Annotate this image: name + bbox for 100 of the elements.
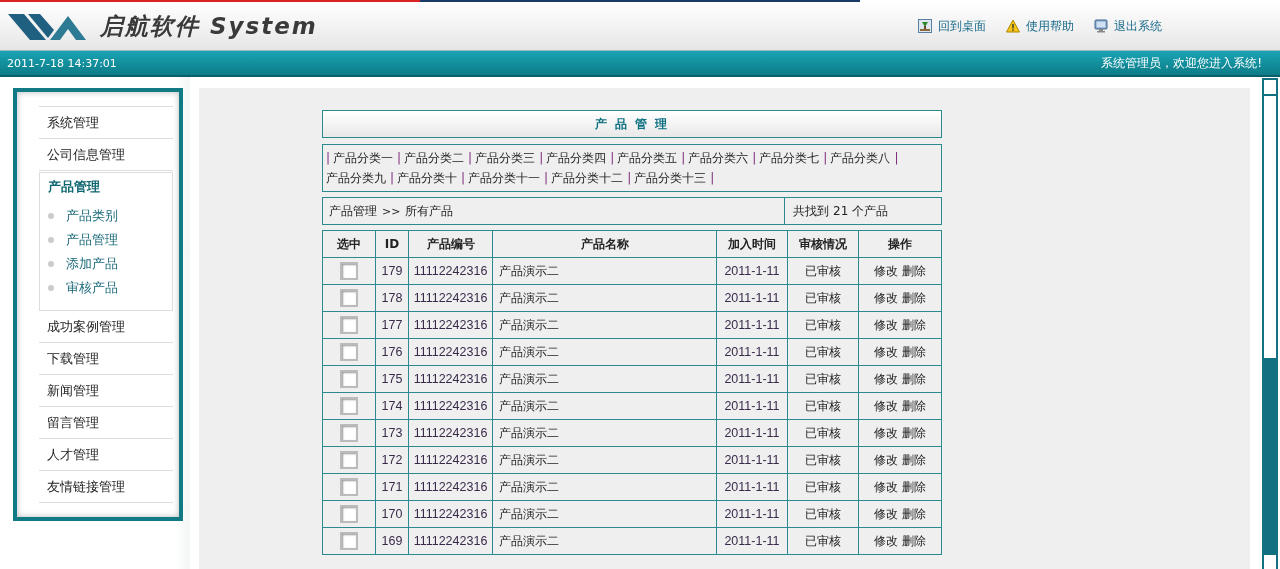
action-link[interactable]: 删除 xyxy=(902,452,926,467)
action-link[interactable]: 删除 xyxy=(902,398,926,413)
table-cell: 2011-1-11 xyxy=(716,500,788,528)
table-cell: 176 xyxy=(375,338,409,366)
table-cell: 11112242316 xyxy=(408,446,493,474)
table-cell: 产品演示二 xyxy=(492,473,717,501)
header-link[interactable]: 回到桌面 xyxy=(918,17,986,35)
action-link[interactable]: 修改 xyxy=(874,344,898,359)
category-link[interactable]: 产品分类十一 xyxy=(468,171,541,185)
table-cell: 2011-1-11 xyxy=(716,284,788,312)
category-link[interactable]: 产品分类四 xyxy=(546,151,607,165)
action-link[interactable]: 删除 xyxy=(902,317,926,332)
category-link[interactable]: 产品分类三 xyxy=(475,151,536,165)
checkbox[interactable] xyxy=(340,262,358,280)
action-link[interactable]: 删除 xyxy=(902,344,926,359)
action-link[interactable]: 删除 xyxy=(902,290,926,305)
separator-text: | xyxy=(544,171,549,185)
breadcrumb-section: 产品管理 xyxy=(329,202,377,220)
table-cell: 172 xyxy=(375,446,409,474)
category-link[interactable]: 产品分类十三 xyxy=(634,171,707,185)
menu-item[interactable]: 成功案例管理 xyxy=(39,311,173,343)
checkbox[interactable] xyxy=(340,424,358,442)
result-suffix: 个产品 xyxy=(852,202,889,220)
separator-text: | xyxy=(468,151,473,165)
checkbox[interactable] xyxy=(340,505,358,523)
header-link[interactable]: 退出系统 xyxy=(1094,17,1162,35)
column-header: 选中 xyxy=(322,230,376,258)
submenu-item[interactable]: 添加产品 xyxy=(66,255,118,273)
category-link[interactable]: 产品分类十 xyxy=(397,171,458,185)
table-cell: 11112242316 xyxy=(408,473,493,501)
category-link[interactable]: 产品分类五 xyxy=(617,151,678,165)
action-link[interactable]: 删除 xyxy=(902,533,926,548)
checkbox[interactable] xyxy=(340,532,358,550)
action-link[interactable]: 修改 xyxy=(874,533,898,548)
checkbox[interactable] xyxy=(340,451,358,469)
table-cell: 已审核 xyxy=(787,311,859,339)
table-cell: 2011-1-11 xyxy=(716,473,788,501)
submenu-item[interactable]: 产品类别 xyxy=(66,207,118,225)
warning-icon xyxy=(1006,19,1020,33)
action-link[interactable]: 修改 xyxy=(874,263,898,278)
table-cell: 产品演示二 xyxy=(492,527,717,555)
action-link[interactable]: 删除 xyxy=(902,425,926,440)
table-cell: 177 xyxy=(375,311,409,339)
separator-text: | xyxy=(894,151,899,165)
category-link[interactable]: 产品分类七 xyxy=(759,151,820,165)
action-link[interactable]: 修改 xyxy=(874,290,898,305)
menu-item[interactable]: 友情链接管理 xyxy=(39,471,173,503)
table-cell: 已审核 xyxy=(787,500,859,528)
checkbox[interactable] xyxy=(340,289,358,307)
table-cell: 179 xyxy=(375,257,409,285)
separator-text: | xyxy=(752,151,757,165)
menu-item[interactable]: 系统管理 xyxy=(39,107,173,139)
table-cell: 已审核 xyxy=(787,527,859,555)
action-link[interactable]: 修改 xyxy=(874,425,898,440)
separator-text: | xyxy=(610,151,615,165)
action-link[interactable]: 删除 xyxy=(902,479,926,494)
table-cell: 178 xyxy=(375,284,409,312)
checkbox[interactable] xyxy=(340,316,358,334)
category-link[interactable]: 产品分类一 xyxy=(333,151,394,165)
action-link[interactable]: 修改 xyxy=(874,506,898,521)
action-link[interactable]: 修改 xyxy=(874,317,898,332)
column-header: 加入时间 xyxy=(716,230,788,258)
separator-text: | xyxy=(326,151,331,165)
panel-title: 产 品 管 理 xyxy=(322,110,942,138)
table-cell: 产品演示二 xyxy=(492,257,717,285)
column-header: 产品编号 xyxy=(408,230,493,258)
submenu-item[interactable]: 审核产品 xyxy=(66,279,118,297)
table-cell: 已审核 xyxy=(787,257,859,285)
menu-item[interactable]: 新闻管理 xyxy=(39,375,173,407)
table-cell: 产品演示二 xyxy=(492,338,717,366)
table-cell: 产品演示二 xyxy=(492,500,717,528)
category-link[interactable]: 产品分类八 xyxy=(830,151,891,165)
action-link[interactable]: 删除 xyxy=(902,371,926,386)
action-link[interactable]: 修改 xyxy=(874,371,898,386)
action-link[interactable]: 删除 xyxy=(902,506,926,521)
table-cell: 11112242316 xyxy=(408,392,493,420)
action-link[interactable]: 修改 xyxy=(874,452,898,467)
table-cell: 11112242316 xyxy=(408,365,493,393)
table-cell: 产品演示二 xyxy=(492,446,717,474)
menu-item[interactable]: 公司信息管理 xyxy=(39,139,173,171)
category-link[interactable]: 产品分类十二 xyxy=(551,171,624,185)
separator-text: | xyxy=(823,151,828,165)
action-link[interactable]: 修改 xyxy=(874,398,898,413)
table-cell: 11112242316 xyxy=(408,311,493,339)
menu-item[interactable]: 产品管理 xyxy=(48,179,172,196)
checkbox[interactable] xyxy=(340,370,358,388)
header-link[interactable]: 使用帮助 xyxy=(1006,17,1074,35)
category-link[interactable]: 产品分类九 xyxy=(326,171,386,185)
menu-item[interactable]: 留言管理 xyxy=(39,407,173,439)
category-link[interactable]: 产品分类六 xyxy=(688,151,749,165)
submenu-item[interactable]: 产品管理 xyxy=(66,231,118,249)
category-link[interactable]: 产品分类二 xyxy=(404,151,465,165)
menu-item[interactable]: 下载管理 xyxy=(39,343,173,375)
bullet-icon xyxy=(48,237,54,243)
action-link[interactable]: 修改 xyxy=(874,479,898,494)
checkbox[interactable] xyxy=(340,343,358,361)
checkbox[interactable] xyxy=(340,397,358,415)
menu-item[interactable]: 人才管理 xyxy=(39,439,173,471)
action-link[interactable]: 删除 xyxy=(902,263,926,278)
checkbox[interactable] xyxy=(340,478,358,496)
